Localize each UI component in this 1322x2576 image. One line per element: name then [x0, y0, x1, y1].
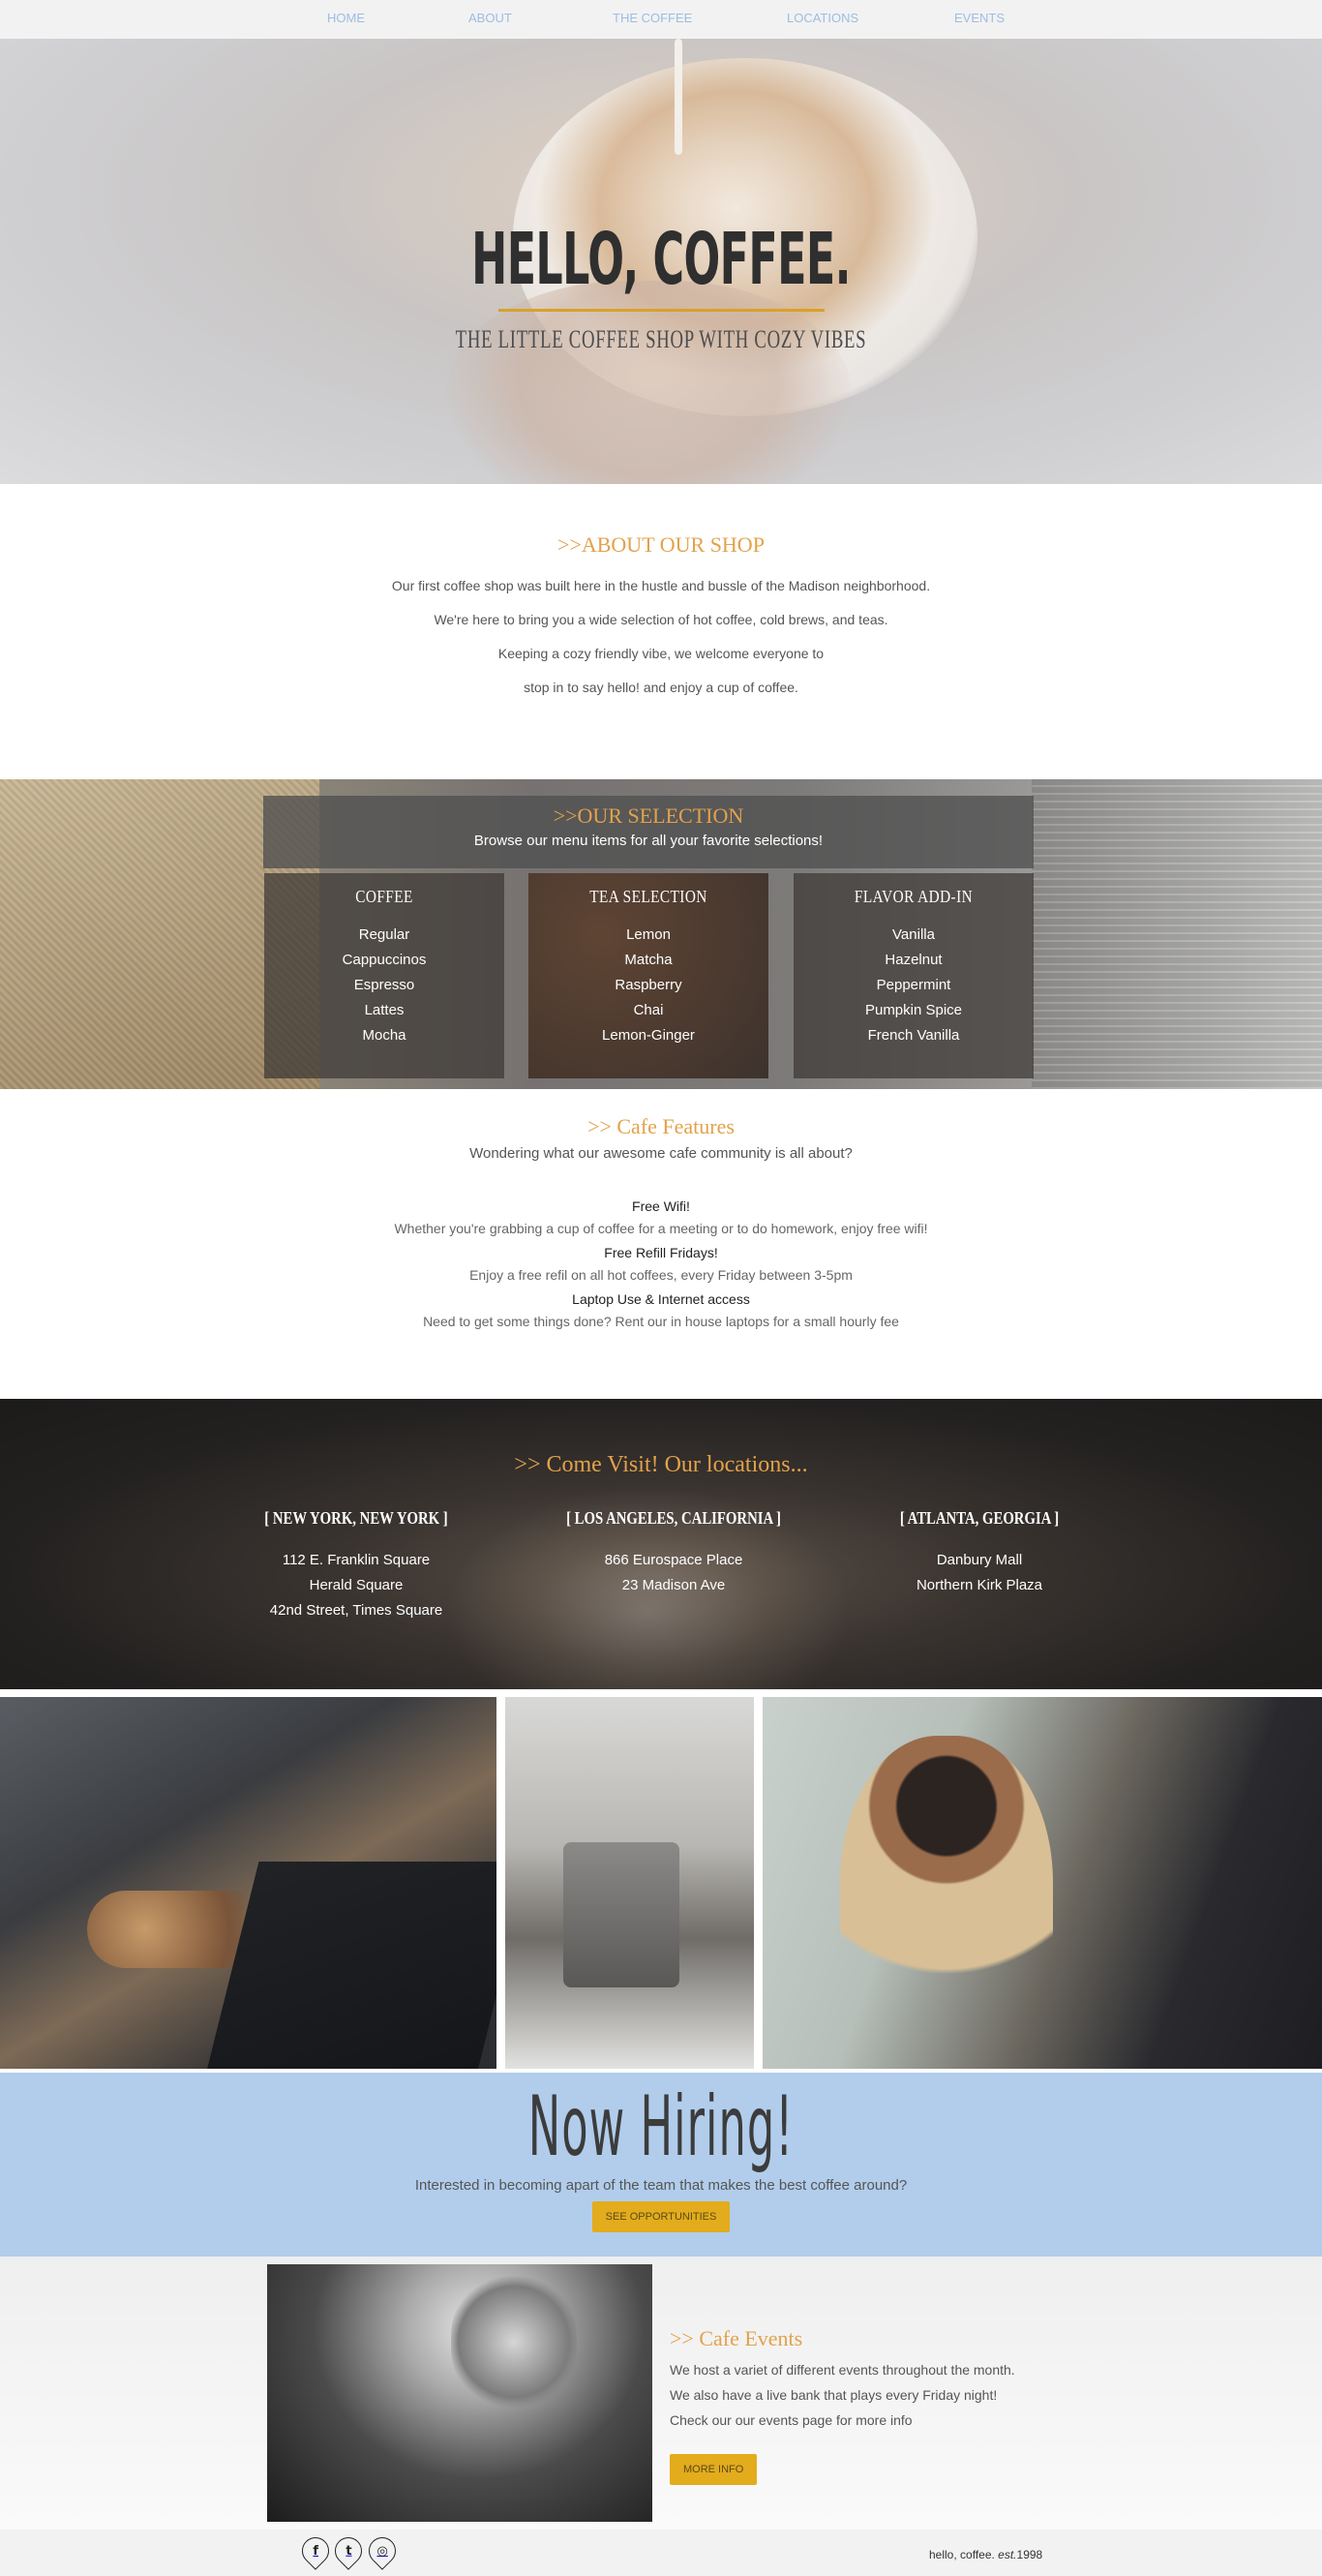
events-concert-image [267, 2264, 652, 2522]
feature-name: Free Wifi! [632, 1198, 690, 1214]
about-line: stop in to say hello! and enjoy a cup of… [524, 680, 798, 695]
menu-item: Lattes [364, 1002, 405, 1018]
location-address: Herald Square [309, 1577, 404, 1593]
location-city: [ ATLANTA, GEORGIA ] [899, 1508, 1060, 1528]
menu-column-title: FLAVOR ADD-IN [854, 887, 974, 906]
photo-gallery [0, 1689, 1322, 2073]
location-address: 42nd Street, Times Square [269, 1602, 443, 1619]
location-city: [ NEW YORK, NEW YORK ] [264, 1508, 448, 1528]
location-atlanta: [ ATLANTA, GEORGIA ] Danbury Mall Northe… [834, 1508, 1125, 1598]
menu-item: Lemon [626, 926, 671, 943]
smiling-woman [840, 1736, 1053, 2055]
feature-desc: Enjoy a free refil on all hot coffees, e… [469, 1267, 853, 1283]
nav-events[interactable]: EVENTS [954, 11, 1005, 25]
events-line: We host a variet of different events thr… [670, 2362, 1015, 2378]
hero-banner: HELLO, COFFEE. THE LITTLE COFFEE SHOP WI… [0, 39, 1322, 484]
nav-locations[interactable]: LOCATIONS [787, 11, 858, 25]
features-intro: Wondering what our awesome cafe communit… [469, 1145, 853, 1162]
about-line: We're here to bring you a wide selection… [434, 612, 888, 627]
menu-item: Chai [633, 1002, 664, 1018]
facebook-glyph: f [313, 2543, 318, 2559]
location-address: Danbury Mall [936, 1552, 1023, 1568]
location-address: 23 Madison Ave [621, 1577, 726, 1593]
gallery-photo-laptop-coffee [0, 1697, 496, 2069]
about-line: Keeping a cozy friendly vibe, we welcome… [497, 646, 825, 661]
hero-subtitle: THE LITTLE COFFEE SHOP WITH COZY VIBES [455, 325, 867, 353]
hiring-text: Interested in becoming apart of the team… [414, 2177, 908, 2194]
menu-item: Matcha [624, 952, 673, 968]
footer: f t ◎ hello, coffee. est.1998 [0, 2530, 1322, 2576]
menu-item: Regular [358, 926, 410, 943]
menu-item: Mocha [362, 1027, 406, 1044]
performer-silhouette [451, 2274, 577, 2409]
menu-item: Lemon-Ginger [602, 1027, 695, 1044]
menu-column-flavor: FLAVOR ADD-IN Vanilla Hazelnut Peppermin… [794, 873, 1034, 1078]
events-section: >> Cafe Events We host a variet of diffe… [0, 2257, 1322, 2530]
menu-item: Peppermint [876, 977, 951, 993]
menu-item: Hazelnut [885, 952, 943, 968]
events-text: >> Cafe Events We host a variet of diffe… [670, 2326, 1015, 2485]
hero-title: HELLO, COFFEE. [471, 218, 851, 301]
location-address: 866 Eurospace Place [604, 1552, 743, 1568]
features-section: >> Cafe Features Wondering what our awes… [0, 1089, 1322, 1399]
instagram-glyph: ◎ [376, 2543, 388, 2559]
location-address: 112 E. Franklin Square [282, 1552, 431, 1568]
about-title: >>ABOUT OUR SHOP [557, 532, 765, 557]
facebook-icon[interactable]: f [296, 2531, 335, 2570]
nav-home[interactable]: HOME [327, 11, 365, 25]
events-line: We also have a live bank that plays ever… [670, 2387, 998, 2403]
gallery-photo-espresso-machine [505, 1697, 754, 2069]
copyright-brand: hello, coffee. [929, 2548, 999, 2561]
feature-desc: Need to get some things done? Rent our i… [423, 1314, 899, 1329]
about-section: >>ABOUT OUR SHOP Our first coffee shop w… [0, 484, 1322, 779]
menu-item: Espresso [353, 977, 415, 993]
copyright-est: est. [998, 2548, 1017, 2561]
locations-title: >> Come Visit! Our locations... [514, 1452, 808, 1477]
location-address: Northern Kirk Plaza [916, 1577, 1043, 1593]
hiring-section: Now Hiring! Interested in becoming apart… [0, 2073, 1322, 2257]
feature-desc: Whether you're grabbing a cup of coffee … [394, 1221, 928, 1236]
selection-subtitle: Browse our menu items for all your favor… [473, 833, 824, 849]
menu-item: Cappuccinos [342, 952, 427, 968]
menu-item: Raspberry [615, 977, 682, 993]
menu-item: Vanilla [892, 926, 935, 943]
nav-about[interactable]: ABOUT [468, 11, 512, 25]
menu-column-title: TEA SELECTION [589, 887, 707, 906]
top-nav: HOME ABOUT THE COFFEE LOCATIONS EVENTS [0, 0, 1322, 39]
feature-name: Laptop Use & Internet access [572, 1291, 750, 1307]
location-new-york: [ NEW YORK, NEW YORK ] 112 E. Franklin S… [211, 1508, 501, 1623]
selection-title: >>OUR SELECTION [553, 803, 744, 828]
copyright-year: 1998 [1016, 2548, 1043, 2561]
feature-name: Free Refill Fridays! [604, 1245, 718, 1260]
events-title: >> Cafe Events [670, 2326, 803, 2350]
see-opportunities-button[interactable]: SEE OPPORTUNITIES [591, 2201, 731, 2232]
nav-the-coffee[interactable]: THE COFFEE [613, 11, 692, 25]
about-line: Our first coffee shop was built here in … [391, 578, 931, 593]
wood-image [1032, 779, 1322, 1089]
more-info-button[interactable]: MORE INFO [670, 2454, 758, 2485]
location-los-angeles: [ LOS ANGELES, CALIFORNIA ] 866 Eurospac… [528, 1508, 819, 1598]
events-line: Check our our events page for more info [670, 2412, 913, 2428]
menu-column-coffee: COFFEE Regular Cappuccinos Espresso Latt… [264, 873, 504, 1078]
selection-header: >>OUR SELECTION Browse our menu items fo… [263, 796, 1034, 868]
menu-item: French Vanilla [867, 1027, 960, 1044]
hero-divider [498, 309, 825, 312]
gallery-photo-friends [763, 1697, 1322, 2069]
twitter-glyph: t [345, 2543, 352, 2559]
hiring-title: Now Hiring! [527, 2078, 795, 2175]
instagram-icon[interactable]: ◎ [363, 2531, 402, 2570]
menu-item: Pumpkin Spice [864, 1002, 963, 1018]
features-title: >> Cafe Features [587, 1114, 735, 1138]
locations-section: >> Come Visit! Our locations... [ NEW YO… [0, 1399, 1322, 1689]
copyright: hello, coffee. est.1998 [929, 2548, 1042, 2561]
espresso-machine [563, 1842, 679, 1987]
hero-milk-pour [675, 39, 682, 155]
menu-column-tea: TEA SELECTION Lemon Matcha Raspberry Cha… [528, 873, 768, 1078]
twitter-icon[interactable]: t [329, 2531, 368, 2570]
selection-section: >>OUR SELECTION Browse our menu items fo… [0, 779, 1322, 1089]
location-city: [ LOS ANGELES, CALIFORNIA ] [566, 1508, 781, 1528]
menu-column-title: COFFEE [355, 887, 413, 906]
